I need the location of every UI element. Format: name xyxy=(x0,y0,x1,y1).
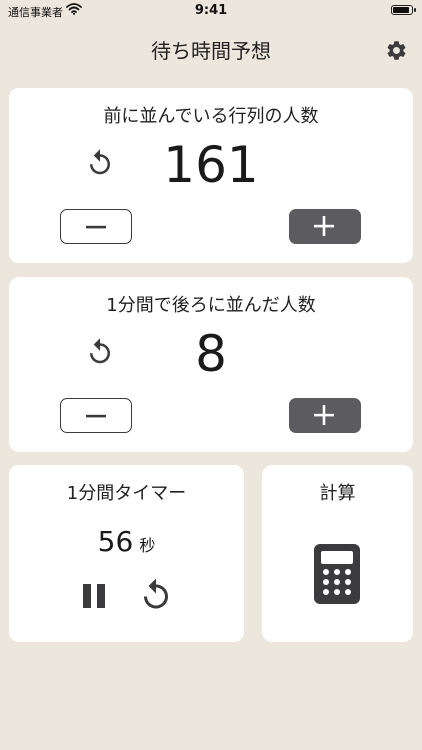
queue-count-card: 前に並んでいる行列の人数 161 xyxy=(9,88,413,263)
battery-icon xyxy=(391,5,416,15)
timer-readout: 56 秒 xyxy=(9,525,244,558)
page-title: 待ち時間予想 xyxy=(151,39,271,63)
timer-title: 1分間タイマー xyxy=(66,483,187,504)
queue-count-title: 前に並んでいる行列の人数 xyxy=(103,106,319,127)
clock: 9:41 xyxy=(194,3,228,18)
minus-icon xyxy=(86,225,106,229)
queue-increment-button[interactable] xyxy=(289,209,361,244)
plus-icon xyxy=(314,216,334,236)
queue-decrement-button[interactable] xyxy=(60,209,132,244)
calculate-card[interactable]: 計算 xyxy=(262,465,413,642)
timer-card: 1分間タイマー 56 秒 xyxy=(9,465,244,642)
timer-reset-icon[interactable] xyxy=(138,577,174,613)
plus-icon xyxy=(314,405,334,425)
arrival-rate-card: 1分間で後ろに並んだ人数 8 xyxy=(9,277,413,452)
calculate-title: 計算 xyxy=(319,483,356,504)
arrival-rate-title: 1分間で後ろに並んだ人数 xyxy=(106,295,316,316)
arrival-rate-value: 8 xyxy=(195,325,227,383)
pause-icon[interactable] xyxy=(79,581,109,611)
calculator-icon xyxy=(314,544,360,604)
queue-count-value: 161 xyxy=(163,136,259,194)
gear-icon[interactable] xyxy=(385,39,408,62)
timer-unit: 秒 xyxy=(139,536,156,555)
rate-increment-button[interactable] xyxy=(289,398,361,433)
status-bar: 通信事業者 9:41 xyxy=(0,0,422,22)
minus-icon xyxy=(86,414,106,418)
rate-decrement-button[interactable] xyxy=(60,398,132,433)
timer-seconds: 56 xyxy=(97,525,134,558)
